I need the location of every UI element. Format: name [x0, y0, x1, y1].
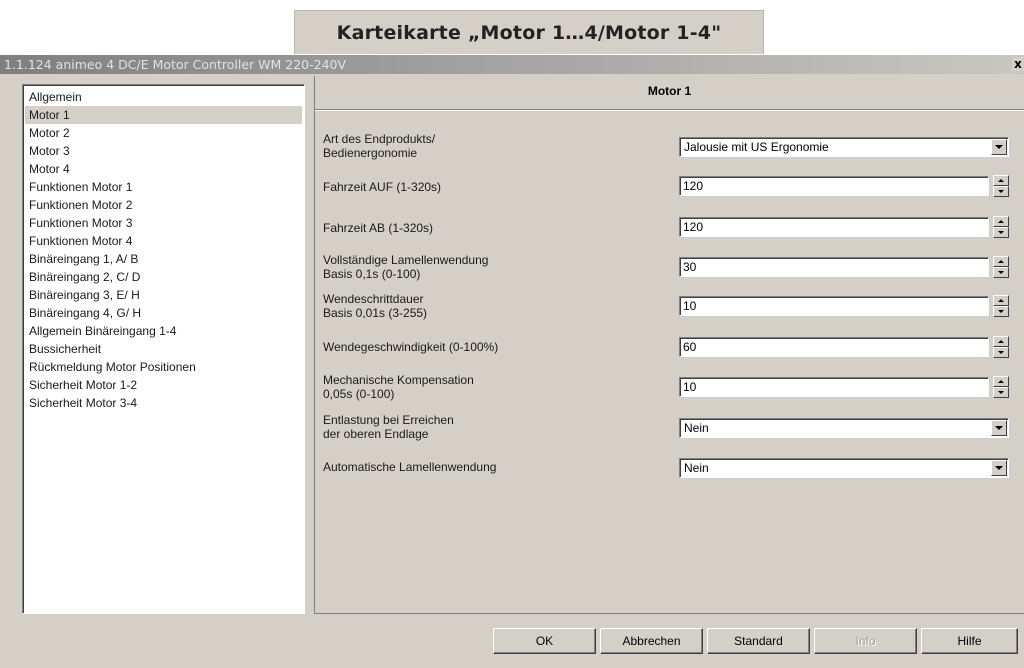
param-label-line: Automatische Lamellenwendung	[323, 460, 497, 474]
select-value: Nein	[684, 461, 709, 475]
help-button[interactable]: Hilfe	[921, 628, 1018, 654]
info-button[interactable]: Info	[814, 628, 917, 654]
param-label-line: Art des Endprodukts/	[323, 132, 436, 146]
auto-lamellenwendung-select[interactable]: Nein	[679, 458, 1009, 478]
param-label-line: Basis 0,01s (3-255)	[323, 306, 428, 320]
spin-up-icon[interactable]	[993, 336, 1009, 347]
spin-up-icon[interactable]	[993, 175, 1009, 186]
param-label-entlastung: Entlastung bei Erreichen der oberen Endl…	[323, 413, 653, 441]
param-label-wendegeschwindigkeit: Wendegeschwindigkeit (0-100%)	[323, 340, 653, 354]
title-divider	[315, 109, 1024, 111]
spin-up-icon[interactable]	[993, 256, 1009, 267]
spin-up-icon[interactable]	[993, 295, 1009, 306]
sidebar-item-motor-1[interactable]: Motor 1	[25, 106, 302, 124]
param-label-line: Basis 0,1s (0-100)	[323, 267, 421, 281]
sidebar-item-rueckmeldung[interactable]: Rückmeldung Motor Positionen	[29, 358, 302, 376]
spin-up-icon[interactable]	[993, 376, 1009, 387]
sidebar-item-motor-3[interactable]: Motor 3	[29, 142, 302, 160]
fahrzeit-auf-spinner[interactable]	[993, 175, 1009, 197]
sidebar-item-funktionen-motor-3[interactable]: Funktionen Motor 3	[29, 214, 302, 232]
param-label-fahrzeit-ab: Fahrzeit AB (1-320s)	[323, 221, 653, 235]
dialog: Allgemein Motor 1 Motor 2 Motor 3 Motor …	[0, 74, 1024, 668]
param-label-line: Vollständige Lamellenwendung	[323, 253, 489, 267]
param-label-fahrzeit-auf: Fahrzeit AUF (1-320s)	[323, 180, 653, 194]
lamellenwendung-spinner[interactable]	[993, 256, 1009, 278]
fahrzeit-ab-input[interactable]: 120	[679, 217, 989, 237]
spin-down-icon[interactable]	[993, 347, 1009, 358]
kompensation-input[interactable]: 10	[679, 377, 989, 397]
spin-down-icon[interactable]	[993, 186, 1009, 197]
sidebar-item-motor-2[interactable]: Motor 2	[29, 124, 302, 142]
sidebar-item-allgemein-binaereingang[interactable]: Allgemein Binäreingang 1-4	[29, 322, 302, 340]
fahrzeit-auf-input[interactable]: 120	[679, 176, 989, 196]
window-titlebar[interactable]: 1.1.124 animeo 4 DC/E Motor Controller W…	[0, 55, 1024, 74]
window-title: 1.1.124 animeo 4 DC/E Motor Controller W…	[4, 57, 347, 72]
chevron-down-icon[interactable]	[991, 420, 1007, 436]
select-value: Nein	[684, 421, 709, 435]
param-label-line: Wendeschrittdauer	[323, 292, 424, 306]
close-icon[interactable]: x	[1012, 57, 1024, 71]
param-label-line: Fahrzeit AUF (1-320s)	[323, 180, 442, 194]
sidebar-list: Allgemein Motor 1 Motor 2 Motor 3 Motor …	[22, 84, 305, 614]
sidebar-item-binaereingang-1[interactable]: Binäreingang 1, A/ B	[29, 250, 302, 268]
cancel-button[interactable]: Abbrechen	[600, 628, 703, 654]
param-label-kompensation: Mechanische Kompensation 0,05s (0-100)	[323, 373, 653, 401]
fahrzeit-ab-spinner[interactable]	[993, 216, 1009, 238]
wendeschrittdauer-input[interactable]: 10	[679, 296, 989, 316]
sidebar-item-binaereingang-3[interactable]: Binäreingang 3, E/ H	[29, 286, 302, 304]
param-label-endprodukt: Art des Endprodukts/ Bedienergonomie	[323, 132, 653, 160]
wendegeschwindigkeit-input[interactable]: 60	[679, 337, 989, 357]
ok-button[interactable]: OK	[493, 628, 596, 654]
param-label-wendeschrittdauer: Wendeschrittdauer Basis 0,01s (3-255)	[323, 292, 653, 320]
spin-down-icon[interactable]	[993, 306, 1009, 317]
sidebar-item-funktionen-motor-4[interactable]: Funktionen Motor 4	[29, 232, 302, 250]
param-label-line: Wendegeschwindigkeit (0-100%)	[323, 340, 499, 354]
standard-button[interactable]: Standard	[707, 628, 810, 654]
chevron-down-icon[interactable]	[991, 139, 1007, 155]
wendegeschwindigkeit-spinner[interactable]	[993, 336, 1009, 358]
param-label-line: der oberen Endlage	[323, 427, 429, 441]
param-label-lamellenwendung: Vollständige Lamellenwendung Basis 0,1s …	[323, 253, 653, 281]
spin-down-icon[interactable]	[993, 387, 1009, 398]
param-label-line: Bedienergonomie	[323, 146, 418, 160]
param-label-line: Fahrzeit AB (1-320s)	[323, 221, 434, 235]
endprodukt-select[interactable]: Jalousie mit US Ergonomie	[679, 137, 1009, 157]
select-value: Jalousie mit US Ergonomie	[684, 140, 829, 154]
param-label-line: 0,05s (0-100)	[323, 387, 395, 401]
sidebar-item-motor-4[interactable]: Motor 4	[29, 160, 302, 178]
sidebar-item-sicherheit-motor-3-4[interactable]: Sicherheit Motor 3-4	[29, 394, 302, 412]
kompensation-spinner[interactable]	[993, 376, 1009, 398]
lamellenwendung-input[interactable]: 30	[679, 257, 989, 277]
sidebar-item-funktionen-motor-2[interactable]: Funktionen Motor 2	[29, 196, 302, 214]
chevron-down-icon[interactable]	[991, 460, 1007, 476]
param-label-line: Entlastung bei Erreichen	[323, 413, 454, 427]
spin-down-icon[interactable]	[993, 227, 1009, 238]
parameter-panel: Motor 1 Art des Endprodukts/ Bedienergon…	[314, 76, 1024, 614]
page-title: Motor 1	[647, 84, 692, 98]
sidebar-item-binaereingang-4[interactable]: Binäreingang 4, G/ H	[29, 304, 302, 322]
param-label-line: Mechanische Kompensation	[323, 373, 474, 387]
wendeschrittdauer-spinner[interactable]	[993, 295, 1009, 317]
sidebar-item-funktionen-motor-1[interactable]: Funktionen Motor 1	[29, 178, 302, 196]
sidebar-item-binaereingang-2[interactable]: Binäreingang 2, C/ D	[29, 268, 302, 286]
spin-down-icon[interactable]	[993, 267, 1009, 278]
caption-banner: Karteikarte „Motor 1…4/Motor 1-4"	[294, 10, 764, 54]
entlastung-select[interactable]: Nein	[679, 418, 1009, 438]
spin-up-icon[interactable]	[993, 216, 1009, 227]
sidebar-item-allgemein[interactable]: Allgemein	[29, 88, 302, 106]
param-label-auto-lamellenwendung: Automatische Lamellenwendung	[323, 460, 653, 474]
sidebar-item-sicherheit-motor-1-2[interactable]: Sicherheit Motor 1-2	[29, 376, 302, 394]
sidebar-item-bussicherheit[interactable]: Bussicherheit	[29, 340, 302, 358]
